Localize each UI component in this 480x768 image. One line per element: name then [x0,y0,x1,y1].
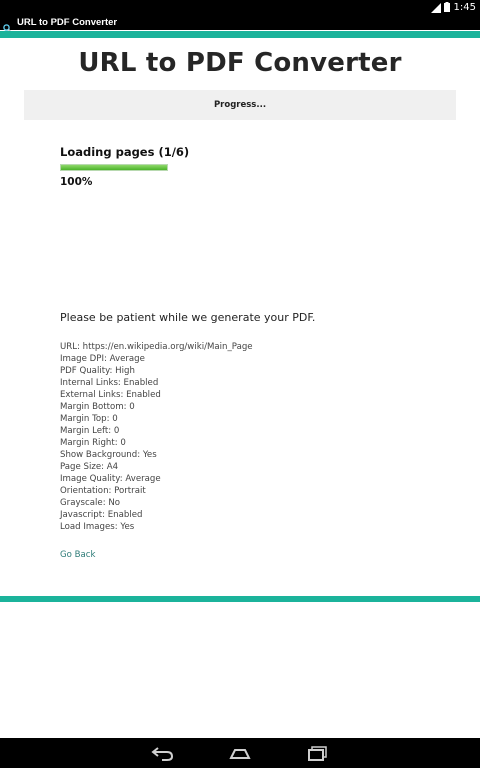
status-time: 1:45 [453,1,476,13]
magnifier-icon[interactable] [3,18,13,33]
setting-item: Page Size: A4 [60,462,119,472]
progress-header: Progress... [24,90,456,120]
progress-bar [60,164,168,171]
settings-list: URL: https://en.wikipedia.org/wiki/Main_… [60,341,253,533]
setting-item: Load Images: Yes [60,522,135,532]
setting-item: Grayscale: No [60,498,121,508]
top-accent-line [0,31,480,38]
setting-item: Show Background: Yes [60,450,157,460]
signal-icon [430,2,441,13]
navigation-bar [0,738,480,768]
setting-item: Image DPI: Average [60,354,145,364]
setting-item: Internal Links: Enabled [60,378,159,388]
setting-item: Margin Left: 0 [60,426,120,436]
back-icon[interactable] [151,744,175,762]
bottom-accent-line [0,596,480,602]
setting-item: Image Quality: Average [60,474,161,484]
setting-item: Orientation: Portrait [60,486,146,496]
app-title: URL to PDF Converter [17,16,118,28]
loading-label: Loading pages (1/6) [60,145,190,159]
setting-item: URL: https://en.wikipedia.org/wiki/Main_… [60,342,253,352]
status-icons: 1:45 [430,0,476,14]
home-icon[interactable] [228,744,252,762]
status-bar: 1:45 [0,0,480,14]
setting-item: Margin Bottom: 0 [60,402,135,412]
recents-icon[interactable] [306,744,330,762]
battery-icon [443,2,450,12]
patience-message: Please be patient while we generate your… [60,311,316,324]
setting-item: PDF Quality: High [60,366,135,376]
progress-percent: 100% [60,176,93,188]
setting-item: Margin Top: 0 [60,414,118,424]
progress-fill [61,165,167,170]
setting-item: Margin Right: 0 [60,438,126,448]
setting-item: External Links: Enabled [60,390,161,400]
setting-item: Javascript: Enabled [60,510,143,520]
page-title: URL to PDF Converter [78,48,402,78]
action-bar: URL to PDF Converter [0,14,480,33]
go-back-link[interactable]: Go Back [60,550,96,560]
